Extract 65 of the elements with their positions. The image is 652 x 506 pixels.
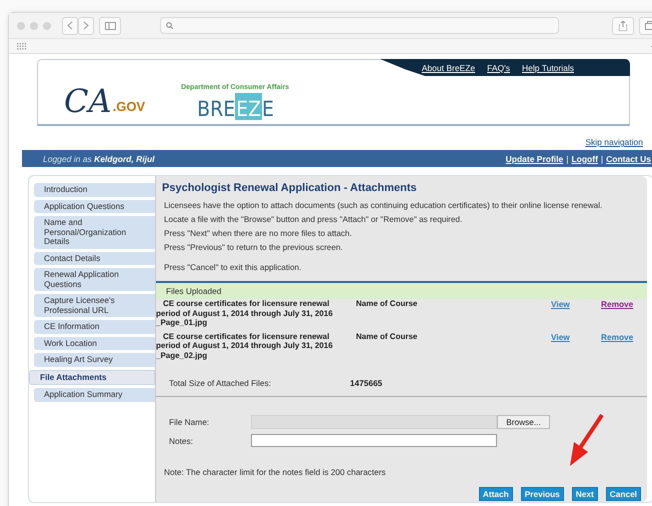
instruction-text: Press "Cancel" to exit this application.	[163, 262, 302, 274]
grid-icon[interactable]	[17, 42, 27, 50]
instruction-text: Licensees have the option to attach documents (such as continuing education certificates) to their online license renewal.	[163, 200, 604, 212]
course-name: Name of Course	[355, 299, 418, 310]
logged-in-text: Logged in as Keldgord, Rijul	[43, 154, 155, 164]
sidebar-item[interactable]: Introduction	[34, 183, 155, 196]
sidebar-item[interactable]: Work Location	[34, 336, 155, 350]
logo-text: CA	[64, 85, 112, 117]
sidebar-item[interactable]: Name and Personal/Organization Details	[34, 216, 155, 248]
window-minimize-control[interactable]	[30, 22, 38, 30]
file-name-label: File Name:	[169, 417, 210, 427]
brand-logo-text: BRE	[197, 99, 236, 120]
action-button[interactable]: Next	[572, 487, 598, 501]
top-nav-link[interactable]: Help Tutorials	[522, 62, 574, 72]
file-name: CE course certificates for licensure renewal period of August 1, 2014 through July 31, 2016 _Page_02.jpg	[156, 332, 334, 360]
remove-link[interactable]: Remove	[601, 299, 641, 328]
page-title: Psychologist Renewal Application - Attachments	[161, 181, 418, 196]
action-button[interactable]: Previous	[520, 487, 564, 501]
instruction-text: Press "Next" when there are no more files to attach.	[163, 228, 353, 240]
chevron-left-icon	[67, 21, 73, 30]
link-separator: |	[566, 154, 568, 164]
total-size-value: 1475665	[350, 378, 382, 388]
window-zoom-control[interactable]	[43, 22, 51, 30]
account-link[interactable]: Contact Us	[606, 154, 651, 164]
sidebar-item[interactable]: Contact Details	[34, 252, 155, 265]
sidebar-item[interactable]: Application Questions	[34, 200, 155, 213]
back-button[interactable]	[62, 16, 78, 34]
search-icon	[166, 22, 173, 29]
sidebar-item[interactable]: File Attachments	[29, 370, 155, 385]
sidebar-item[interactable]: Healing Art Survey	[34, 353, 155, 366]
sidebar-item[interactable]: CE Information	[34, 320, 155, 334]
brand-logo-text: E	[262, 99, 274, 120]
sidebar-item[interactable]: Capture Licensee's Professional URL	[34, 294, 155, 317]
share-button[interactable]	[612, 16, 634, 34]
forward-button[interactable]	[78, 16, 94, 34]
browse-button[interactable]: Browse...	[497, 415, 550, 429]
notes-label: Notes:	[169, 436, 194, 446]
top-nav-link[interactable]: FAQ's	[487, 62, 510, 72]
course-name: Name of Course	[355, 332, 418, 342]
notes-limit-text: Note: The character limit for the notes field is 200 characters	[163, 466, 387, 477]
sidebar-item[interactable]: Renewal Application Questions	[34, 268, 155, 291]
window-close-control[interactable]	[17, 22, 25, 30]
sidebar-button[interactable]	[99, 16, 121, 34]
tabs-icon	[645, 21, 652, 30]
action-button[interactable]: Cancel	[606, 487, 641, 501]
notes-field[interactable]	[251, 434, 497, 447]
action-button[interactable]: Attach	[478, 487, 513, 501]
file-name-field[interactable]	[251, 415, 497, 429]
total-size-label: Total Size of Attached Files:	[169, 378, 272, 388]
address-field[interactable]	[160, 17, 559, 34]
chevron-right-icon	[83, 21, 89, 30]
brand-logo-text: EZ	[235, 93, 262, 120]
sidebar-icon	[104, 22, 116, 30]
sidebar-item[interactable]: Application Summary	[34, 388, 155, 402]
instruction-text: Locate a file with the "Browse" button and press "Attach" or "Remove" as required.	[163, 214, 464, 226]
logo-text: .GOV	[112, 99, 146, 114]
file-name: CE course certificates for licensure renewal period of August 1, 2014 through July 31, 2016 _Page_01.jpg	[156, 299, 334, 328]
link-separator: |	[600, 154, 604, 164]
skip-navigation-link[interactable]: Skip navigation	[585, 137, 643, 147]
files-uploaded-heading: Files Uploaded	[156, 283, 647, 299]
account-link[interactable]: Update Profile	[506, 154, 564, 164]
share-icon	[619, 20, 627, 30]
instruction-text: Press "Previous" to return to the previous screen.	[163, 242, 344, 254]
account-link[interactable]: Logoff	[571, 154, 598, 164]
top-nav-link[interactable]: About BreEZe	[422, 62, 476, 72]
